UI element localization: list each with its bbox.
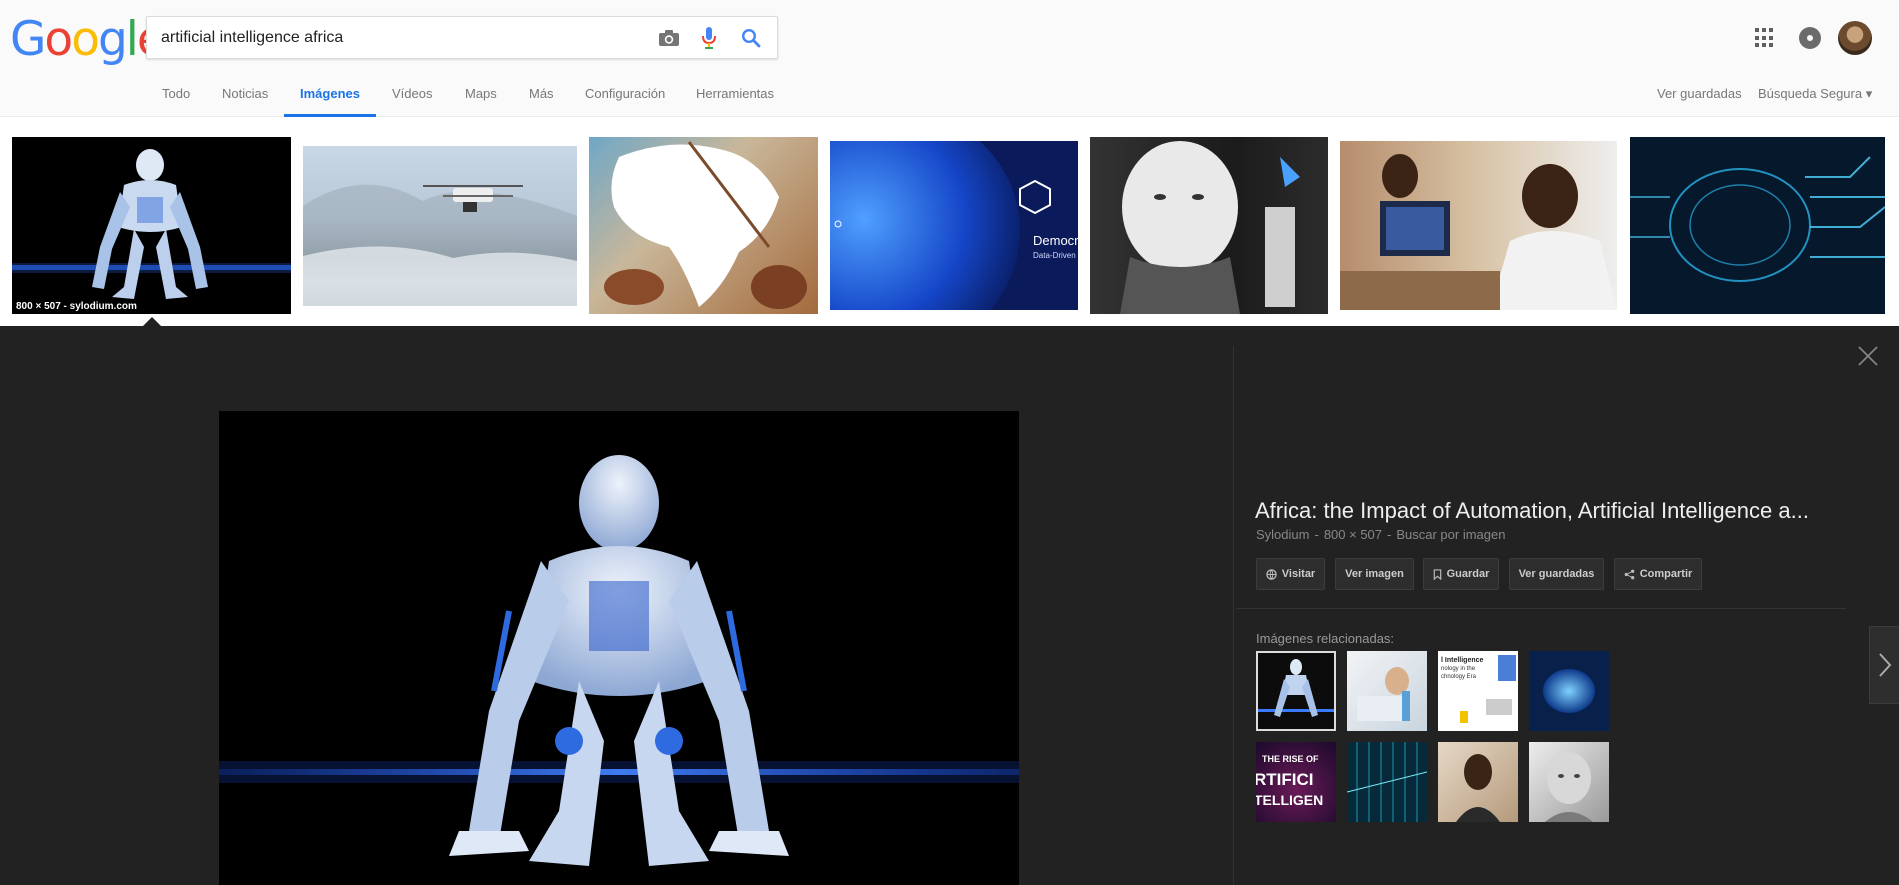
panel-divider xyxy=(1233,346,1234,885)
logo-letter: o xyxy=(71,12,100,67)
result-meta: Sylodium -800 × 507- Buscar por imagen xyxy=(1256,527,1506,542)
saved-label: Ver guardadas xyxy=(1518,568,1595,580)
logo-letter: G xyxy=(10,12,46,67)
related-image[interactable]: THE RISE OF RTIFICI TELLIGEN xyxy=(1256,742,1336,822)
logo-letter: o xyxy=(44,12,73,67)
tab-herramientas[interactable]: Herramientas xyxy=(696,86,774,101)
related-image[interactable] xyxy=(1347,651,1427,731)
tab-todo[interactable]: Todo xyxy=(162,86,190,101)
result-source[interactable]: Sylodium xyxy=(1256,527,1309,542)
search-icon[interactable] xyxy=(739,26,763,50)
microphone-icon[interactable] xyxy=(697,26,721,50)
result-title[interactable]: Africa: the Impact of Automation, Artifi… xyxy=(1255,498,1835,524)
search-by-image-link[interactable]: Buscar por imagen xyxy=(1396,527,1505,542)
save-button[interactable]: Guardar xyxy=(1423,558,1499,590)
share-button[interactable]: Compartir xyxy=(1614,558,1702,590)
search-box xyxy=(146,16,778,59)
saved-button[interactable]: Ver guardadas xyxy=(1509,558,1604,590)
thumb-overlay-text: Democr xyxy=(1033,233,1078,248)
close-icon[interactable] xyxy=(1856,344,1880,368)
related-image[interactable] xyxy=(1438,742,1518,822)
google-logo[interactable]: Google xyxy=(10,10,166,70)
next-image-button[interactable] xyxy=(1869,626,1899,704)
logo-letter: g xyxy=(97,12,128,67)
image-result[interactable] xyxy=(303,146,577,306)
logo-letter: l xyxy=(125,12,139,67)
active-tab-indicator xyxy=(284,114,376,117)
tab-imagenes[interactable]: Imágenes xyxy=(300,86,360,101)
globe-icon xyxy=(1266,568,1277,580)
avatar[interactable] xyxy=(1838,21,1872,55)
tab-mas[interactable]: Más xyxy=(529,86,554,101)
save-label: Guardar xyxy=(1446,568,1490,580)
preview-image[interactable] xyxy=(219,411,1019,885)
visit-label: Visitar xyxy=(1281,568,1316,580)
related-image[interactable] xyxy=(1529,742,1609,822)
header: Google Todo Noticias Imágenes Vídeos Map… xyxy=(0,0,1899,117)
safe-search-menu[interactable]: Búsqueda Segura ▾ xyxy=(1758,86,1872,102)
related-images-label: Imágenes relacionadas: xyxy=(1256,631,1395,646)
visit-button[interactable]: Visitar xyxy=(1256,558,1325,590)
related-thumb-text: chnology Era xyxy=(1441,674,1477,680)
apps-grid-icon[interactable] xyxy=(1755,28,1775,48)
bookmark-icon xyxy=(1433,568,1441,580)
camera-icon[interactable] xyxy=(657,26,681,50)
image-result[interactable]: 800 × 507 - sylodium.com xyxy=(12,137,291,314)
image-result[interactable] xyxy=(1340,141,1617,310)
related-image[interactable]: l Intelligence nology in the chnology Er… xyxy=(1438,651,1518,731)
related-thumb-text: THE RISE OF xyxy=(1262,754,1319,764)
related-thumb-text: nology in the xyxy=(1441,666,1476,672)
tab-videos[interactable]: Vídeos xyxy=(392,86,432,101)
notifications-icon[interactable] xyxy=(1799,27,1821,49)
share-label: Compartir xyxy=(1639,568,1693,580)
tab-maps[interactable]: Maps xyxy=(465,86,497,101)
view-image-label: Ver imagen xyxy=(1345,568,1404,580)
image-result[interactable]: Democr Data-Driven xyxy=(830,141,1078,310)
view-image-button[interactable]: Ver imagen xyxy=(1335,558,1414,590)
image-preview-panel: Africa: the Impact of Automation, Artifi… xyxy=(0,326,1899,885)
thumb-caption: 800 × 507 - sylodium.com xyxy=(12,299,291,314)
share-icon xyxy=(1624,569,1635,579)
selected-pointer xyxy=(143,317,161,326)
image-result[interactable] xyxy=(1630,137,1885,314)
related-thumb-text: l Intelligence xyxy=(1441,657,1484,664)
related-image[interactable] xyxy=(1347,742,1427,822)
tab-configuracion[interactable]: Configuración xyxy=(585,86,665,101)
related-image[interactable] xyxy=(1529,651,1609,731)
image-result[interactable] xyxy=(1090,137,1328,314)
chevron-right-icon xyxy=(1879,653,1892,677)
related-image[interactable] xyxy=(1256,651,1336,731)
image-results-row: 800 × 507 - sylodium.com Democr Data-Dri… xyxy=(0,118,1899,326)
search-input[interactable] xyxy=(161,17,641,58)
tab-noticias[interactable]: Noticias xyxy=(222,86,268,101)
result-size: 800 × 507 xyxy=(1323,527,1383,542)
related-thumb-text: TELLIGEN xyxy=(1256,792,1324,808)
related-thumb-text: RTIFICI xyxy=(1256,770,1314,789)
section-divider xyxy=(1236,608,1846,609)
saved-link[interactable]: Ver guardadas xyxy=(1657,86,1742,101)
image-result[interactable] xyxy=(589,137,818,314)
thumb-overlay-subtext: Data-Driven xyxy=(1033,251,1076,260)
